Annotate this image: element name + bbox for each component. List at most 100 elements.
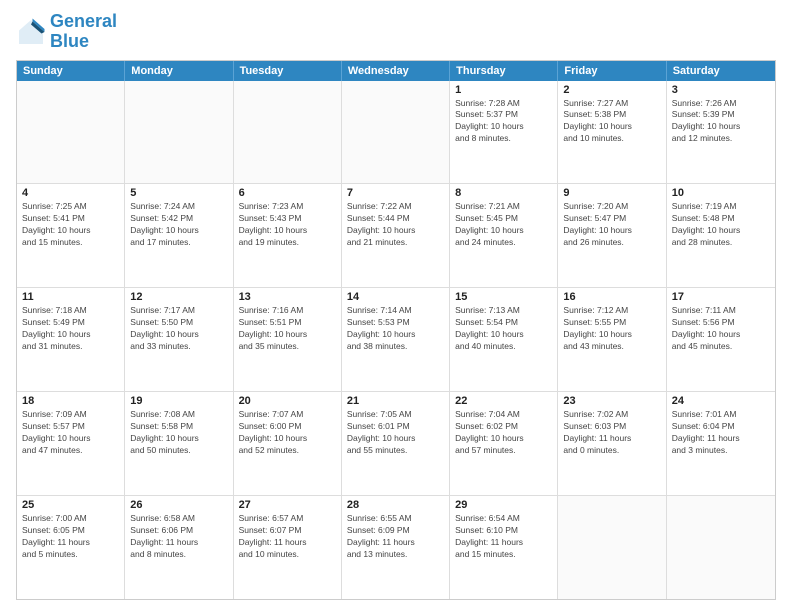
day-cell-21: 21Sunrise: 7:05 AM Sunset: 6:01 PM Dayli… [342, 392, 450, 495]
day-number: 12 [130, 291, 227, 303]
day-number: 14 [347, 291, 444, 303]
header-day-sunday: Sunday [17, 61, 125, 81]
day-number: 29 [455, 499, 552, 511]
day-number: 6 [239, 187, 336, 199]
calendar-row-1: 4 Sunrise: 7:25 AM Sunset: 5:41 PM Daylig… [17, 184, 775, 288]
day-cell-17: 17 Sunrise: 7:11 AM Sunset: 5:56 PM Dayli… [667, 288, 775, 391]
logo: General Blue [16, 12, 117, 52]
day-info: Sunrise: 7:25 AM Sunset: 5:41 PM Dayligh… [22, 201, 119, 249]
day-info: Sunrise: 7:27 AM Sunset: 5:38 PM Dayligh… [563, 98, 660, 146]
logo-text: General Blue [50, 12, 117, 52]
header-day-thursday: Thursday [450, 61, 558, 81]
day-cell-19: 19 Sunrise: 7:08 AM Sunset: 5:58 PM Dayli… [125, 392, 233, 495]
day-cell-13: 13 Sunrise: 7:16 AM Sunset: 5:51 PM Dayli… [234, 288, 342, 391]
day-info: Sunrise: 7:07 AM Sunset: 6:00 PM Dayligh… [239, 409, 336, 457]
day-number: 21 [347, 395, 444, 407]
day-cell-15: 15 Sunrise: 7:13 AM Sunset: 5:54 PM Dayli… [450, 288, 558, 391]
day-info: Sunrise: 7:08 AM Sunset: 5:58 PM Dayligh… [130, 409, 227, 457]
header-day-wednesday: Wednesday [342, 61, 450, 81]
day-cell-28: 28 Sunrise: 6:55 AM Sunset: 6:09 PM Dayli… [342, 496, 450, 599]
day-info: Sunrise: 7:13 AM Sunset: 5:54 PM Dayligh… [455, 305, 552, 353]
empty-cell-4-5 [558, 496, 666, 599]
day-number: 17 [672, 291, 770, 303]
day-info: Sunrise: 7:26 AM Sunset: 5:39 PM Dayligh… [672, 98, 770, 146]
day-info: Sunrise: 7:22 AM Sunset: 5:44 PM Dayligh… [347, 201, 444, 249]
day-cell-23: 23 Sunrise: 7:02 AM Sunset: 6:03 PM Dayli… [558, 392, 666, 495]
empty-cell-0-0 [17, 81, 125, 184]
day-cell-2: 2Sunrise: 7:27 AM Sunset: 5:38 PM Daylig… [558, 81, 666, 184]
header-day-tuesday: Tuesday [234, 61, 342, 81]
day-number: 4 [22, 187, 119, 199]
day-info: Sunrise: 7:20 AM Sunset: 5:47 PM Dayligh… [563, 201, 660, 249]
day-cell-14: 14 Sunrise: 7:14 AM Sunset: 5:53 PM Dayli… [342, 288, 450, 391]
empty-cell-0-3 [342, 81, 450, 184]
day-number: 10 [672, 187, 770, 199]
day-number: 27 [239, 499, 336, 511]
day-number: 16 [563, 291, 660, 303]
day-cell-4: 4 Sunrise: 7:25 AM Sunset: 5:41 PM Daylig… [17, 184, 125, 287]
day-cell-8: 8 Sunrise: 7:21 AM Sunset: 5:45 PM Daylig… [450, 184, 558, 287]
day-info: Sunrise: 6:55 AM Sunset: 6:09 PM Dayligh… [347, 513, 444, 561]
calendar-header: SundayMondayTuesdayWednesdayThursdayFrid… [17, 61, 775, 81]
day-info: Sunrise: 7:11 AM Sunset: 5:56 PM Dayligh… [672, 305, 770, 353]
day-number: 5 [130, 187, 227, 199]
day-info: Sunrise: 6:57 AM Sunset: 6:07 PM Dayligh… [239, 513, 336, 561]
calendar-row-4: 25 Sunrise: 7:00 AM Sunset: 6:05 PM Dayli… [17, 496, 775, 599]
day-info: Sunrise: 6:58 AM Sunset: 6:06 PM Dayligh… [130, 513, 227, 561]
header-day-monday: Monday [125, 61, 233, 81]
day-info: Sunrise: 7:14 AM Sunset: 5:53 PM Dayligh… [347, 305, 444, 353]
day-cell-26: 26 Sunrise: 6:58 AM Sunset: 6:06 PM Dayli… [125, 496, 233, 599]
day-number: 1 [455, 84, 552, 96]
day-cell-11: 11Sunrise: 7:18 AM Sunset: 5:49 PM Dayli… [17, 288, 125, 391]
day-cell-18: 18 Sunrise: 7:09 AM Sunset: 5:57 PM Dayli… [17, 392, 125, 495]
empty-cell-0-1 [125, 81, 233, 184]
day-cell-6: 6Sunrise: 7:23 AM Sunset: 5:43 PM Daylig… [234, 184, 342, 287]
day-number: 25 [22, 499, 119, 511]
day-info: Sunrise: 7:09 AM Sunset: 5:57 PM Dayligh… [22, 409, 119, 457]
day-info: Sunrise: 7:00 AM Sunset: 6:05 PM Dayligh… [22, 513, 119, 561]
day-info: Sunrise: 7:19 AM Sunset: 5:48 PM Dayligh… [672, 201, 770, 249]
day-number: 23 [563, 395, 660, 407]
day-cell-29: 29Sunrise: 6:54 AM Sunset: 6:10 PM Dayli… [450, 496, 558, 599]
calendar: SundayMondayTuesdayWednesdayThursdayFrid… [16, 60, 776, 600]
day-cell-10: 10 Sunrise: 7:19 AM Sunset: 5:48 PM Dayli… [667, 184, 775, 287]
day-info: Sunrise: 7:28 AM Sunset: 5:37 PM Dayligh… [455, 98, 552, 146]
calendar-body: 1 Sunrise: 7:28 AM Sunset: 5:37 PM Daylig… [17, 81, 775, 599]
day-cell-16: 16 Sunrise: 7:12 AM Sunset: 5:55 PM Dayli… [558, 288, 666, 391]
day-number: 7 [347, 187, 444, 199]
day-cell-9: 9 Sunrise: 7:20 AM Sunset: 5:47 PM Daylig… [558, 184, 666, 287]
day-info: Sunrise: 7:16 AM Sunset: 5:51 PM Dayligh… [239, 305, 336, 353]
day-number: 18 [22, 395, 119, 407]
day-info: Sunrise: 7:18 AM Sunset: 5:49 PM Dayligh… [22, 305, 119, 353]
day-number: 20 [239, 395, 336, 407]
day-number: 15 [455, 291, 552, 303]
day-info: Sunrise: 7:12 AM Sunset: 5:55 PM Dayligh… [563, 305, 660, 353]
day-number: 19 [130, 395, 227, 407]
header-day-saturday: Saturday [667, 61, 775, 81]
header-day-friday: Friday [558, 61, 666, 81]
calendar-row-3: 18 Sunrise: 7:09 AM Sunset: 5:57 PM Dayli… [17, 392, 775, 496]
day-number: 3 [672, 84, 770, 96]
day-number: 9 [563, 187, 660, 199]
day-number: 22 [455, 395, 552, 407]
calendar-row-2: 11Sunrise: 7:18 AM Sunset: 5:49 PM Dayli… [17, 288, 775, 392]
day-info: Sunrise: 7:02 AM Sunset: 6:03 PM Dayligh… [563, 409, 660, 457]
day-number: 13 [239, 291, 336, 303]
day-cell-5: 5Sunrise: 7:24 AM Sunset: 5:42 PM Daylig… [125, 184, 233, 287]
day-number: 28 [347, 499, 444, 511]
day-info: Sunrise: 7:04 AM Sunset: 6:02 PM Dayligh… [455, 409, 552, 457]
day-number: 24 [672, 395, 770, 407]
day-cell-24: 24Sunrise: 7:01 AM Sunset: 6:04 PM Dayli… [667, 392, 775, 495]
page: General Blue SundayMondayTuesdayWednesda… [0, 0, 792, 612]
logo-icon [16, 17, 46, 47]
empty-cell-4-6 [667, 496, 775, 599]
day-info: Sunrise: 7:21 AM Sunset: 5:45 PM Dayligh… [455, 201, 552, 249]
day-cell-7: 7 Sunrise: 7:22 AM Sunset: 5:44 PM Daylig… [342, 184, 450, 287]
calendar-row-0: 1 Sunrise: 7:28 AM Sunset: 5:37 PM Daylig… [17, 81, 775, 185]
day-cell-3: 3 Sunrise: 7:26 AM Sunset: 5:39 PM Daylig… [667, 81, 775, 184]
day-info: Sunrise: 7:17 AM Sunset: 5:50 PM Dayligh… [130, 305, 227, 353]
day-cell-12: 12 Sunrise: 7:17 AM Sunset: 5:50 PM Dayli… [125, 288, 233, 391]
empty-cell-0-2 [234, 81, 342, 184]
day-number: 26 [130, 499, 227, 511]
day-number: 8 [455, 187, 552, 199]
